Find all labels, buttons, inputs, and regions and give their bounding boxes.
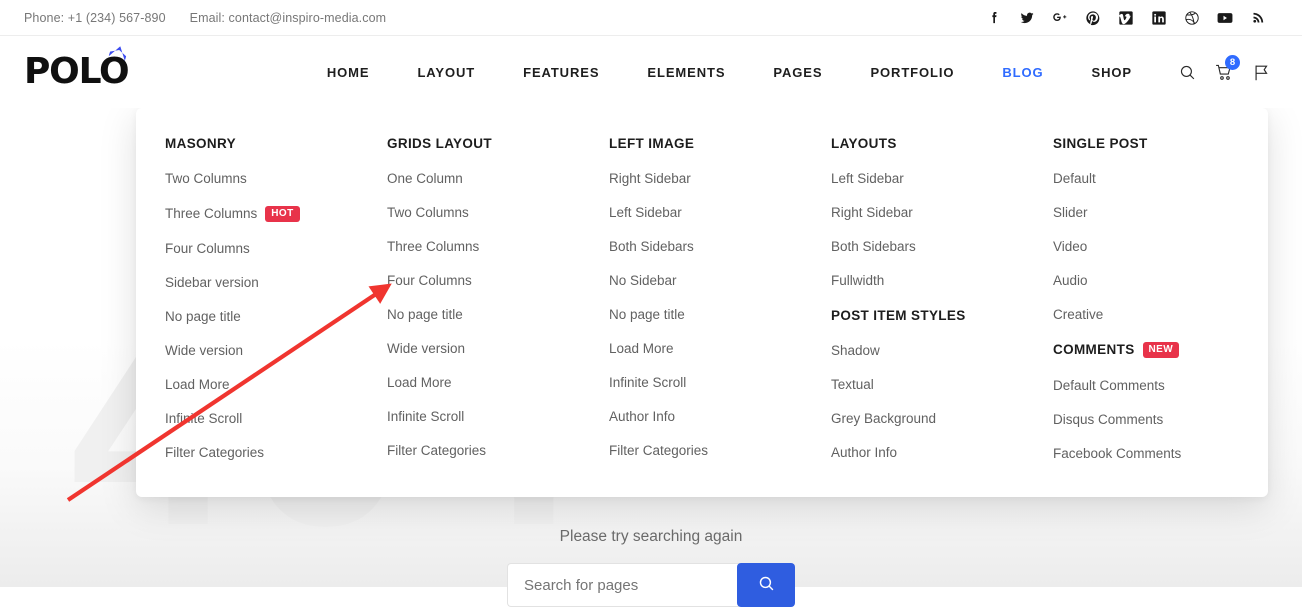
dropdown-item-li-author-info[interactable]: Author Info (609, 410, 802, 424)
dropdown-column-grids-layout: GRIDS LAYOUT One Column Two Columns Thre… (358, 136, 580, 497)
hot-badge: HOT (265, 206, 299, 222)
dropdown-item-pis-textual[interactable]: Textual (831, 378, 1024, 392)
dropdown-item-infinite-scroll[interactable]: Infinite Scroll (165, 412, 358, 426)
main-navigation: HOME LAYOUT FEATURES ELEMENTS PAGES PORT… (303, 63, 1302, 81)
rss-icon[interactable] (1250, 10, 1266, 26)
dropdown-column-left-image: LEFT IMAGE Right Sidebar Left Sidebar Bo… (580, 136, 802, 497)
twitter-icon[interactable] (1019, 10, 1035, 26)
dropdown-item-one-column[interactable]: One Column (387, 172, 580, 186)
youtube-icon[interactable] (1217, 10, 1233, 26)
site-logo[interactable]: POLO (24, 54, 128, 90)
nav-item-home[interactable]: HOME (303, 65, 394, 80)
linkedin-icon[interactable] (1151, 10, 1167, 26)
dropdown-item-sp-default[interactable]: Default (1053, 172, 1246, 186)
dropdown-heading-layouts: LAYOUTS (831, 136, 1024, 151)
dropdown-item-grid-wide-version[interactable]: Wide version (387, 342, 580, 356)
dropdown-item-li-infinite-scroll[interactable]: Infinite Scroll (609, 376, 802, 390)
dropdown-item-sp-creative[interactable]: Creative (1053, 308, 1246, 322)
dropdown-item-grid-four-columns[interactable]: Four Columns (387, 274, 580, 288)
dropdown-heading-left-image: LEFT IMAGE (609, 136, 802, 151)
site-header: POLO HOME LAYOUT FEATURES ELEMENTS PAGES… (0, 36, 1302, 108)
dropdown-item-lay-fullwidth[interactable]: Fullwidth (831, 274, 1024, 288)
dropdown-column-layouts: LAYOUTS Left Sidebar Right Sidebar Both … (802, 136, 1024, 497)
dropdown-column-masonry: MASONRY Two Columns Three Columns HOT Fo… (136, 136, 358, 497)
nav-item-pages[interactable]: PAGES (749, 65, 846, 80)
dropdown-item-sp-slider[interactable]: Slider (1053, 206, 1246, 220)
dropdown-item-sp-video[interactable]: Video (1053, 240, 1246, 254)
nav-item-blog[interactable]: BLOG (978, 65, 1067, 80)
dropdown-item-li-load-more[interactable]: Load More (609, 342, 802, 356)
dropdown-item-cm-facebook-comments[interactable]: Facebook Comments (1053, 447, 1246, 461)
dropdown-item-sidebar-version[interactable]: Sidebar version (165, 276, 358, 290)
dropdown-item-pis-author-info[interactable]: Author Info (831, 446, 1024, 460)
try-again-text: Please try searching again (0, 528, 1302, 546)
nav-item-portfolio[interactable]: PORTFOLIO (846, 65, 978, 80)
dropdown-item-lay-left-sidebar[interactable]: Left Sidebar (831, 172, 1024, 186)
not-found-content: Please try searching again (0, 500, 1302, 607)
email-text: Email: contact@inspiro-media.com (190, 11, 387, 25)
blog-mega-dropdown: MASONRY Two Columns Three Columns HOT Fo… (136, 108, 1268, 497)
dropdown-item-li-right-sidebar[interactable]: Right Sidebar (609, 172, 802, 186)
new-badge: NEW (1143, 342, 1180, 358)
top-info-bar: Phone: +1 (234) 567-890 Email: contact@i… (0, 0, 1302, 36)
dropdown-item-li-filter-categories[interactable]: Filter Categories (609, 444, 802, 458)
nav-item-features[interactable]: FEATURES (499, 65, 623, 80)
dropdown-item-grid-three-columns[interactable]: Three Columns (387, 240, 580, 254)
dropdown-heading-grids-layout: GRIDS LAYOUT (387, 136, 580, 151)
dropdown-item-lay-both-sidebars[interactable]: Both Sidebars (831, 240, 1024, 254)
dropdown-item-four-columns[interactable]: Four Columns (165, 242, 358, 256)
dropdown-item-sp-audio[interactable]: Audio (1053, 274, 1246, 288)
search-icon[interactable] (1178, 63, 1196, 81)
search-input[interactable] (507, 563, 739, 607)
nav-item-shop[interactable]: SHOP (1068, 65, 1156, 80)
social-links (986, 10, 1302, 26)
dropdown-item-li-no-sidebar[interactable]: No Sidebar (609, 274, 802, 288)
dropdown-heading-single-post: SINGLE POST (1053, 136, 1246, 151)
phone-text: Phone: +1 (234) 567-890 (24, 11, 166, 25)
dropdown-item-grid-infinite-scroll[interactable]: Infinite Scroll (387, 410, 580, 424)
dropdown-item-li-both-sidebars[interactable]: Both Sidebars (609, 240, 802, 254)
dropdown-item-cm-default-comments[interactable]: Default Comments (1053, 379, 1246, 393)
dropdown-heading-comments: COMMENTS NEW (1053, 342, 1246, 358)
dropdown-item-grid-filter-categories[interactable]: Filter Categories (387, 444, 580, 458)
dropdown-item-pis-shadow[interactable]: Shadow (831, 344, 1024, 358)
header-action-icons: 8 (1178, 63, 1270, 81)
dropdown-item-two-columns[interactable]: Two Columns (165, 172, 358, 186)
dropdown-item-no-page-title[interactable]: No page title (165, 310, 358, 324)
dropdown-item-lay-right-sidebar[interactable]: Right Sidebar (831, 206, 1024, 220)
dropdown-item-load-more[interactable]: Load More (165, 378, 358, 392)
dropdown-item-li-no-page-title[interactable]: No page title (609, 308, 802, 322)
dribbble-icon[interactable] (1184, 10, 1200, 26)
dropdown-heading-post-item-styles: POST ITEM STYLES (831, 308, 1024, 323)
dropdown-heading-masonry: MASONRY (165, 136, 358, 151)
facebook-icon[interactable] (986, 10, 1002, 26)
topbar-contact-group: Phone: +1 (234) 567-890 Email: contact@i… (0, 11, 386, 25)
dropdown-item-cm-disqus-comments[interactable]: Disqus Comments (1053, 413, 1246, 427)
dropdown-item-three-columns[interactable]: Three Columns HOT (165, 206, 358, 222)
dropdown-item-filter-categories[interactable]: Filter Categories (165, 446, 358, 460)
cart-icon[interactable]: 8 (1215, 63, 1233, 81)
dropdown-item-grid-two-columns[interactable]: Two Columns (387, 206, 580, 220)
dropdown-item-grid-load-more[interactable]: Load More (387, 376, 580, 390)
dropdown-item-li-left-sidebar[interactable]: Left Sidebar (609, 206, 802, 220)
pinterest-icon[interactable] (1085, 10, 1101, 26)
dropdown-item-wide-version[interactable]: Wide version (165, 344, 358, 358)
flag-icon[interactable] (1252, 63, 1270, 81)
logo-text: POLO (24, 51, 128, 92)
vimeo-icon[interactable] (1118, 10, 1134, 26)
cart-count-badge: 8 (1225, 55, 1240, 70)
google-plus-icon[interactable] (1052, 10, 1068, 26)
dropdown-column-single-post: SINGLE POST Default Slider Video Audio C… (1024, 136, 1246, 497)
search-form (507, 563, 795, 607)
search-submit-button[interactable] (737, 563, 795, 607)
nav-item-layout[interactable]: LAYOUT (393, 65, 499, 80)
nav-item-elements[interactable]: ELEMENTS (623, 65, 749, 80)
search-icon (758, 575, 775, 595)
dropdown-item-pis-grey-background[interactable]: Grey Background (831, 412, 1024, 426)
dropdown-item-grid-no-page-title[interactable]: No page title (387, 308, 580, 322)
